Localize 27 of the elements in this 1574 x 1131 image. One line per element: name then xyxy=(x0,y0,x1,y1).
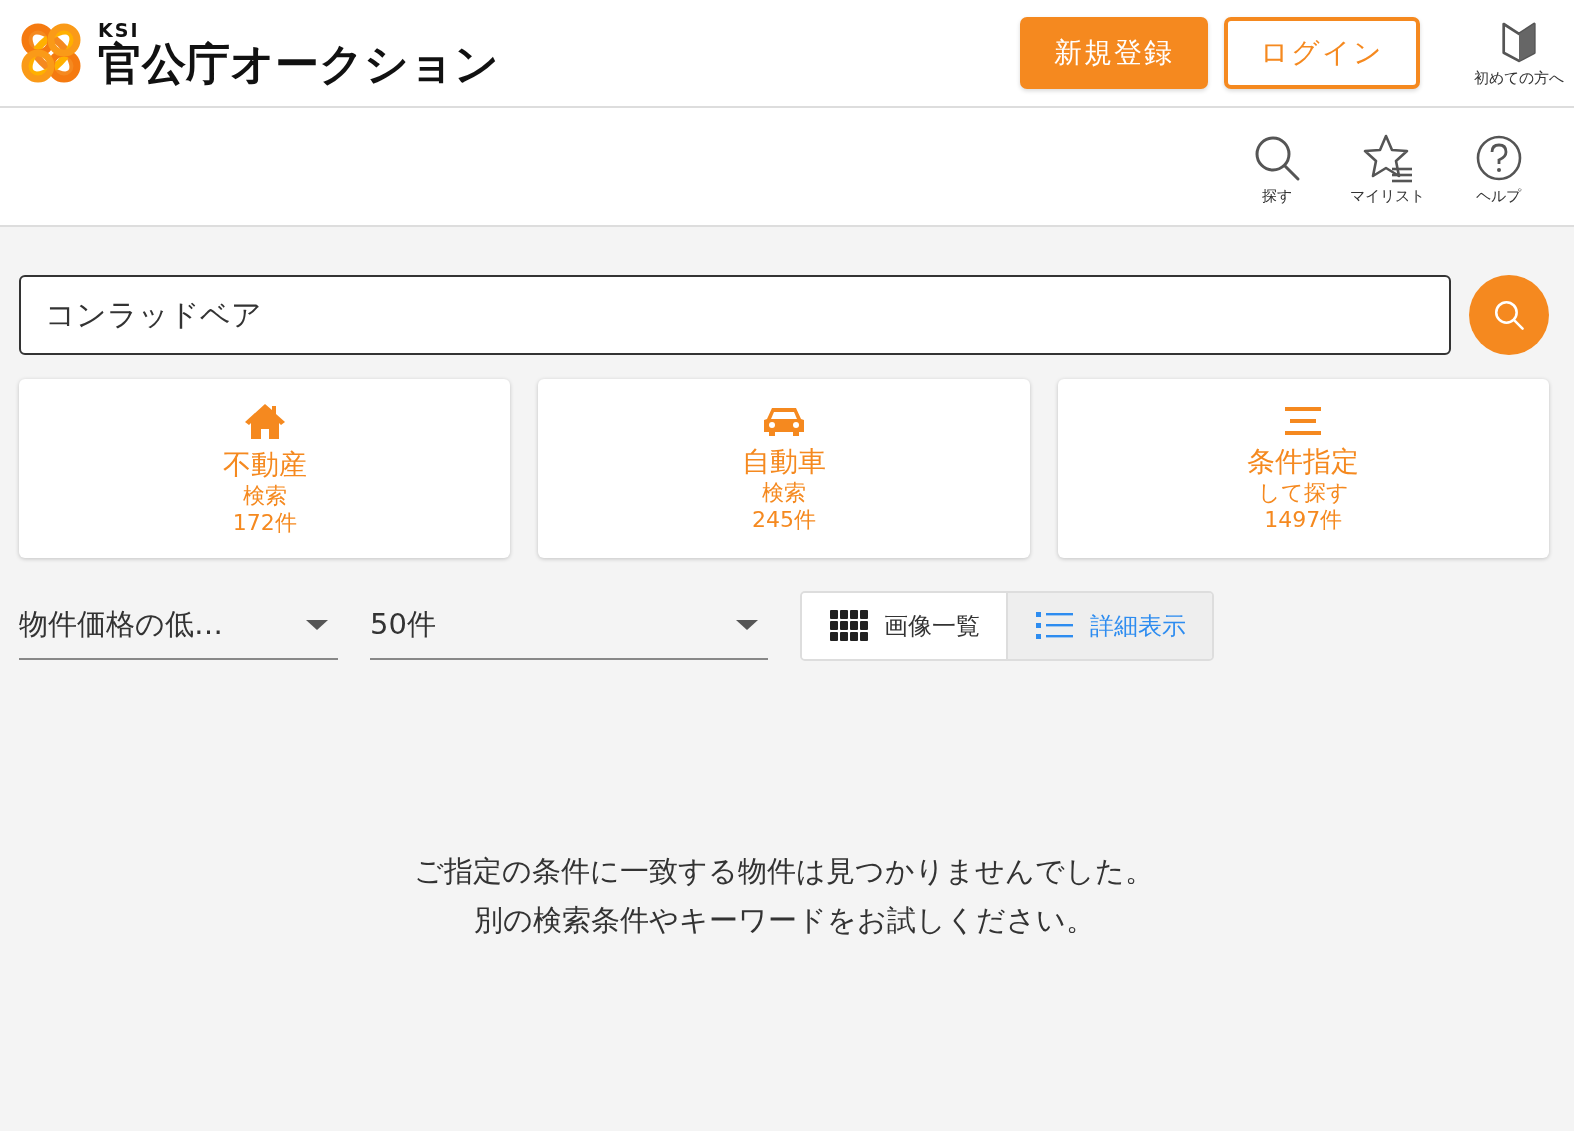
per-page-dropdown[interactable]: 50件 xyxy=(370,592,768,660)
logo-brand-text: KSI xyxy=(98,20,140,40)
star-list-icon xyxy=(1361,133,1414,183)
beginner-link[interactable]: 初めての方へ xyxy=(1464,18,1574,88)
search-field[interactable]: コンラッドベア xyxy=(19,275,1451,355)
category-title: 不動産 xyxy=(222,446,307,482)
search-nav-link[interactable]: 探す xyxy=(1221,108,1332,225)
sort-dropdown[interactable]: 物件価格の低… xyxy=(19,592,338,660)
site-title: 官公庁オークション xyxy=(98,41,499,86)
mylist-nav-link[interactable]: マイリスト xyxy=(1332,108,1443,225)
help-nav-link[interactable]: ヘルプ xyxy=(1443,108,1554,225)
category-title: 条件指定 xyxy=(1247,443,1360,479)
category-subtitle: 検索 xyxy=(762,478,806,506)
image-view-tab[interactable]: 画像一覧 xyxy=(802,593,1006,659)
caret-icon xyxy=(306,620,328,630)
grid-icon xyxy=(830,610,868,642)
category-count: 245件 xyxy=(752,506,816,534)
empty-result-message: ご指定の条件に一致する物件は見つかりませんでした。 xyxy=(414,853,1154,890)
list-icon xyxy=(1036,610,1074,642)
empty-result-message: 別の検索条件やキーワードをお試しください。 xyxy=(473,902,1095,939)
category-title: 自動車 xyxy=(742,443,826,479)
caret-icon xyxy=(736,620,758,630)
category-count: 1497件 xyxy=(1264,506,1343,534)
category-subtitle: 検索 xyxy=(242,481,287,509)
search-icon xyxy=(1492,298,1526,332)
category-count: 172件 xyxy=(232,509,297,537)
category-subtitle: して探す xyxy=(1257,478,1349,506)
